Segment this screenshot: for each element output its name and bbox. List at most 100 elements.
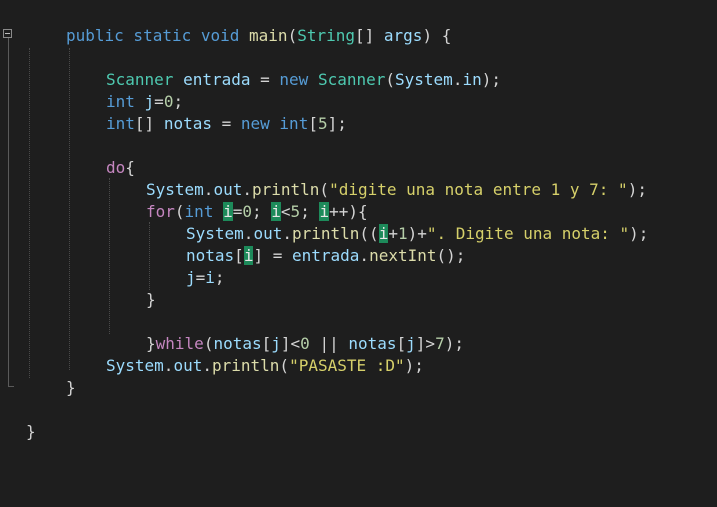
code-line-for-close[interactable]: } bbox=[146, 289, 156, 311]
code-token: 0 bbox=[300, 334, 310, 353]
code-token: 7 bbox=[435, 334, 445, 353]
code-token: = bbox=[154, 92, 164, 111]
code-line-println-pasaste[interactable]: System.out.println("PASASTE :D"); bbox=[106, 355, 424, 377]
code-token: int bbox=[106, 92, 145, 111]
code-line-for[interactable]: for(int i=0; i<5; i++){ bbox=[146, 201, 368, 223]
code-token: 5 bbox=[317, 114, 328, 133]
code-line-read-nota[interactable]: notas[i] = entrada.nextInt(); bbox=[186, 245, 465, 267]
code-token: [] bbox=[355, 26, 384, 45]
code-token: 1 bbox=[397, 224, 408, 243]
code-token: println bbox=[251, 180, 320, 199]
code-line-do[interactable]: do{ bbox=[106, 157, 135, 179]
code-token: . bbox=[243, 224, 254, 243]
code-token: ; bbox=[252, 202, 272, 221]
code-token: = bbox=[195, 268, 206, 287]
highlighted-token: i bbox=[378, 224, 389, 243]
code-token: [ bbox=[261, 334, 272, 353]
code-token: ( bbox=[319, 180, 330, 199]
collapse-icon[interactable] bbox=[3, 29, 12, 38]
highlighted-token: i bbox=[223, 202, 233, 221]
code-token: "PASASTE :D" bbox=[289, 356, 405, 375]
code-token: System bbox=[186, 224, 244, 243]
code-token: out bbox=[213, 180, 243, 199]
code-line-class-close[interactable]: } bbox=[26, 421, 36, 443]
code-token: String bbox=[297, 26, 355, 45]
code-token: println bbox=[211, 356, 280, 375]
code-token: System bbox=[395, 70, 453, 89]
code-token: while bbox=[155, 334, 204, 353]
code-token: 0 bbox=[163, 92, 174, 111]
code-token: ( bbox=[174, 202, 185, 221]
code-token: in bbox=[462, 70, 482, 89]
code-token: "digite una nota entre 1 y 7: " bbox=[329, 180, 628, 199]
code-token: { bbox=[125, 158, 135, 177]
code-token: ) { bbox=[422, 26, 452, 45]
code-token: System bbox=[106, 356, 164, 375]
code-token: } bbox=[66, 378, 76, 397]
code-token: do bbox=[106, 158, 126, 177]
code-line-main[interactable]: public static void main(String[] args) { bbox=[66, 25, 451, 47]
code-line-while[interactable]: }while(notas[j]<0 || notas[j]>7); bbox=[146, 333, 464, 355]
code-token: entrada bbox=[291, 246, 360, 265]
code-token: notas bbox=[163, 114, 212, 133]
code-token: 0 bbox=[242, 202, 252, 221]
code-token: for bbox=[146, 202, 175, 221]
code-token: entrada bbox=[183, 70, 251, 89]
code-token: ( bbox=[203, 334, 214, 353]
fold-gutter-end bbox=[8, 386, 14, 387]
code-token: ); bbox=[404, 356, 424, 375]
code-line-scanner[interactable]: Scanner entrada = new Scanner(System.in)… bbox=[106, 69, 501, 91]
code-token: [ bbox=[396, 334, 407, 353]
code-token: args bbox=[383, 26, 423, 45]
code-token: } bbox=[146, 334, 156, 353]
code-token: . bbox=[203, 180, 214, 199]
code-token: ); bbox=[627, 180, 647, 199]
code-token: . bbox=[163, 356, 174, 375]
code-token: ); bbox=[444, 334, 464, 353]
code-token: i bbox=[205, 268, 215, 287]
code-token: . bbox=[202, 356, 212, 375]
code-token: notas bbox=[213, 334, 262, 353]
code-token: } bbox=[26, 422, 36, 441]
code-token: notas bbox=[348, 334, 397, 353]
code-token: . bbox=[242, 180, 252, 199]
code-token: Scanner bbox=[106, 70, 184, 89]
code-token: println bbox=[291, 224, 360, 243]
code-token: ]< bbox=[280, 334, 301, 353]
code-line-int-j[interactable]: int j=0; bbox=[106, 91, 183, 113]
code-token: ; bbox=[300, 202, 320, 221]
code-token: } bbox=[146, 290, 156, 309]
code-token: System bbox=[146, 180, 204, 199]
code-token: < bbox=[280, 202, 291, 221]
code-line-main-close[interactable]: } bbox=[66, 377, 76, 399]
code-token: + bbox=[388, 224, 398, 243]
code-token: new int bbox=[240, 114, 309, 133]
indent-guide bbox=[149, 222, 150, 290]
code-token: int bbox=[184, 202, 224, 221]
code-token: ( bbox=[287, 26, 298, 45]
code-token: . bbox=[452, 70, 463, 89]
code-token: . bbox=[359, 246, 370, 265]
code-line-println-prompt[interactable]: System.out.println("digite una nota entr… bbox=[146, 179, 647, 201]
code-token: )+ bbox=[407, 224, 427, 243]
code-token: = bbox=[211, 114, 241, 133]
indent-guide bbox=[109, 178, 110, 334]
code-line-assign-j[interactable]: j=i; bbox=[186, 267, 225, 289]
code-token: j bbox=[186, 268, 196, 287]
code-token: j bbox=[144, 92, 155, 111]
code-token: ); bbox=[629, 224, 649, 243]
code-token: (); bbox=[436, 246, 466, 265]
code-token: = bbox=[232, 202, 243, 221]
code-token: nextInt bbox=[369, 246, 437, 265]
code-token: ] = bbox=[253, 246, 292, 265]
code-token: new bbox=[279, 70, 318, 89]
code-token: notas bbox=[186, 246, 235, 265]
code-token: main bbox=[249, 26, 288, 45]
code-token: ; bbox=[214, 268, 225, 287]
code-line-println-index[interactable]: System.out.println((i+1)+". Digite una n… bbox=[186, 223, 648, 245]
highlighted-token: i bbox=[243, 246, 254, 265]
code-token: Scanner bbox=[317, 70, 386, 89]
code-token: || bbox=[309, 334, 349, 353]
code-line-notas[interactable]: int[] notas = new int[5]; bbox=[106, 113, 347, 135]
code-token: ]> bbox=[415, 334, 436, 353]
